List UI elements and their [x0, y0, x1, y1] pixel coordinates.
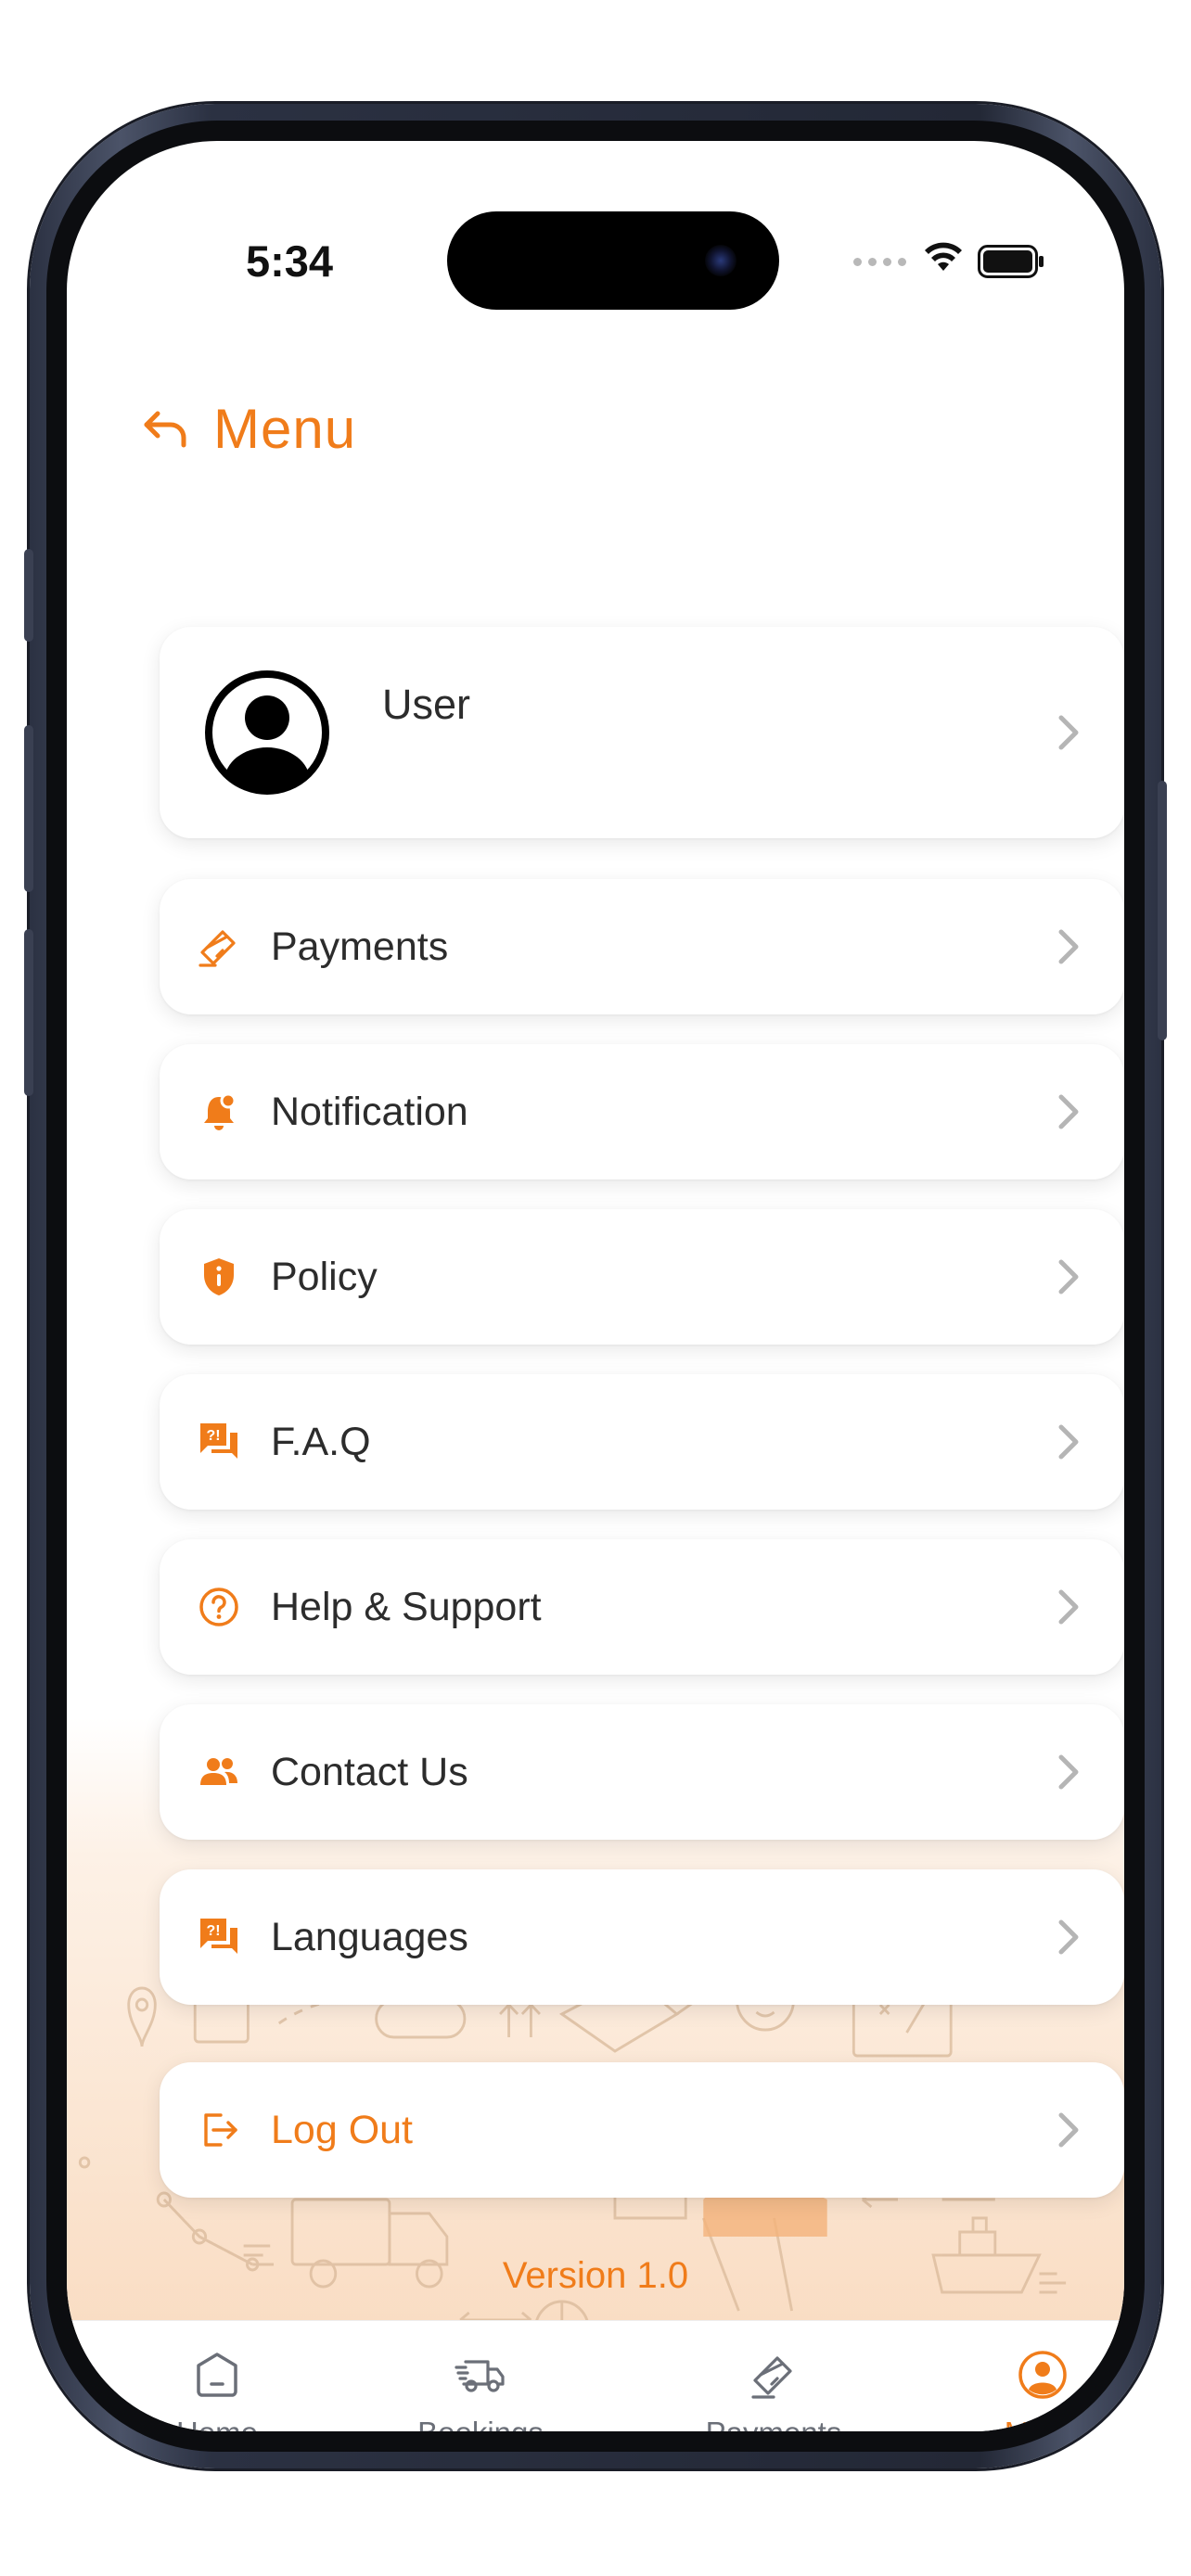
- menu-item-label: Help & Support: [271, 1584, 542, 1629]
- tab-menu[interactable]: Menu: [941, 2347, 1124, 2431]
- app-version: Version 1.0: [502, 2255, 689, 2296]
- credit-card-icon: [198, 930, 236, 967]
- tab-home[interactable]: Home: [115, 2347, 319, 2431]
- avatar-icon: [205, 670, 329, 795]
- menu-item-languages[interactable]: ?! Languages: [160, 1869, 1124, 2005]
- menu-item-policy[interactable]: Policy: [160, 1209, 1124, 1345]
- cellular-signal-icon: [853, 258, 906, 266]
- chevron-right-icon: [1058, 1424, 1079, 1460]
- logout-label: Log Out: [271, 2107, 413, 2152]
- faq-chat-icon: ?!: [200, 1423, 237, 1459]
- menu-item-label: Policy: [271, 1254, 378, 1299]
- menu-item-label: Contact Us: [271, 1749, 468, 1794]
- chevron-right-icon: [1058, 1094, 1079, 1129]
- chevron-right-icon: [1058, 1919, 1079, 1955]
- chevron-right-icon: [1058, 1259, 1079, 1294]
- shield-info-icon: [204, 1258, 234, 1295]
- truck-icon: [455, 2360, 505, 2392]
- volume-down-button: [24, 929, 33, 1096]
- battery-icon: [978, 245, 1044, 278]
- bell-icon: [204, 1092, 237, 1130]
- logout-button[interactable]: Log Out: [160, 2062, 1124, 2198]
- question-circle-icon: [199, 1588, 238, 1626]
- tab-label: Payments: [672, 2416, 876, 2431]
- dynamic-island: [447, 211, 779, 310]
- chevron-right-icon: [1058, 1754, 1079, 1790]
- menu-item-label: Languages: [271, 1914, 468, 1959]
- tab-payments[interactable]: Payments: [672, 2347, 876, 2431]
- wifi-icon: [925, 242, 962, 271]
- logout-icon: [204, 2113, 237, 2147]
- profile-icon: [1018, 2351, 1067, 2399]
- chevron-right-icon: [1058, 1589, 1079, 1625]
- status-time: 5:34: [245, 236, 334, 286]
- chevron-right-icon: [1058, 929, 1079, 964]
- front-camera: [705, 245, 736, 276]
- tab-label: Home: [115, 2416, 319, 2431]
- menu-item-help-support[interactable]: Help & Support: [160, 1539, 1124, 1675]
- bezel: 5:34 Menu User Payments Notification Pol…: [46, 121, 1145, 2452]
- bottom-tab-bar: Home Bookings: [67, 2320, 1124, 2431]
- users-icon: [200, 1758, 237, 1785]
- menu-item-label: Notification: [271, 1089, 468, 1134]
- volume-up-button: [24, 725, 33, 892]
- menu-item-payments[interactable]: Payments: [160, 879, 1124, 1014]
- svg-text:?!: ?!: [206, 1923, 220, 1939]
- menu-item-contact-us[interactable]: Contact Us: [160, 1704, 1124, 1840]
- menu-item-label: F.A.Q: [271, 1419, 371, 1464]
- header: Menu: [137, 391, 356, 465]
- screen: 5:34 Menu User Payments Notification Pol…: [67, 141, 1124, 2431]
- home-icon: [197, 2353, 237, 2397]
- tab-label: Menu: [941, 2416, 1124, 2431]
- action-button: [24, 549, 33, 642]
- card-icon: [751, 2356, 792, 2399]
- svg-text:?!: ?!: [206, 1428, 220, 1444]
- phone-frame: 5:34 Menu User Payments Notification Pol…: [24, 104, 1167, 2468]
- language-chat-icon: ?!: [200, 1919, 237, 1954]
- user-profile-card[interactable]: User: [160, 627, 1124, 838]
- user-name: User: [382, 681, 471, 728]
- power-button: [1158, 781, 1167, 1040]
- status-icons: [853, 234, 1076, 289]
- page-title: Menu: [213, 397, 357, 460]
- menu-item-faq[interactable]: ?! F.A.Q: [160, 1374, 1124, 1510]
- menu-item-label: Payments: [271, 924, 449, 969]
- tab-label: Bookings: [378, 2416, 583, 2431]
- chevron-right-icon: [1058, 2112, 1079, 2148]
- back-arrow-icon[interactable]: [137, 401, 193, 456]
- tab-bookings[interactable]: Bookings: [378, 2347, 583, 2431]
- chevron-right-icon: [1058, 715, 1079, 750]
- menu-item-notification[interactable]: Notification: [160, 1044, 1124, 1180]
